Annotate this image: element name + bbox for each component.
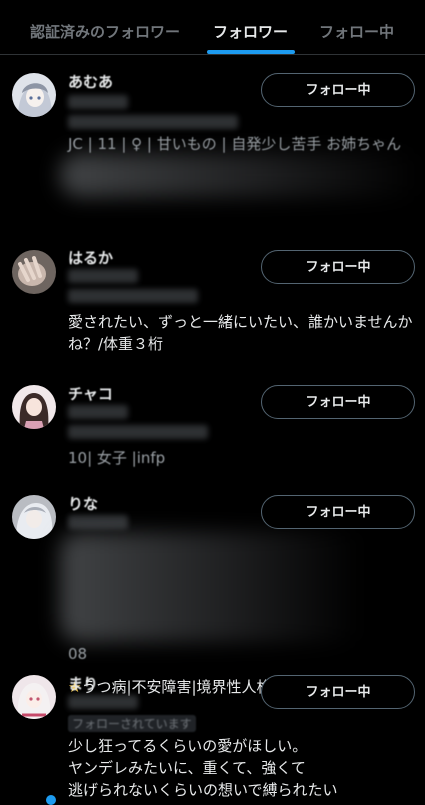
user-handle xyxy=(68,695,138,709)
user-handle xyxy=(68,269,138,283)
list-item[interactable]: はるか フォロー中 愛されたい、ずっと一緒にいたい、誰かいませんかね？/体重３桁 xyxy=(0,245,425,380)
following-button[interactable]: フォロー中 xyxy=(261,250,415,284)
user-bio-line1: 08 xyxy=(68,645,88,663)
tab-bar: 認証済みのフォロワー フォロワー フォロー中 xyxy=(0,0,425,55)
following-button[interactable]: フォロー中 xyxy=(261,385,415,419)
avatar[interactable] xyxy=(12,495,56,539)
user-handle xyxy=(68,515,128,529)
user-name: りな xyxy=(68,495,99,513)
active-tab-indicator xyxy=(207,50,295,54)
follows-you-badge xyxy=(68,289,198,303)
scroll-indicator xyxy=(46,795,56,805)
avatar[interactable] xyxy=(12,675,56,719)
user-bio: 少し狂ってるくらいの愛がほしい。 ヤンデレみたいに、重くて、強くて 逃げられない… xyxy=(68,737,338,799)
follows-you-badge xyxy=(68,425,208,439)
list-item[interactable]: あむあ フォロー中 JC | 11 | ♀ | 甘いもの | 自発少し苦手 お姉… xyxy=(0,55,425,245)
tab-following[interactable]: フォロー中 xyxy=(319,0,394,54)
blurred-bio xyxy=(60,153,420,197)
avatar[interactable] xyxy=(12,250,56,294)
follower-list[interactable]: あむあ フォロー中 JC | 11 | ♀ | 甘いもの | 自発少し苦手 お姉… xyxy=(0,55,425,800)
following-button[interactable]: フォロー中 xyxy=(261,495,415,529)
follows-you-badge xyxy=(68,115,238,129)
user-bio: JC | 11 | ♀ | 甘いもの | 自発少し苦手 お姉ちゃん xyxy=(68,135,402,153)
user-bio: 愛されたい、ずっと一緒にいたい、誰かいませんかね？/体重３桁 xyxy=(68,313,413,353)
tab-verified-followers[interactable]: 認証済みのフォロワー xyxy=(30,0,180,54)
list-item[interactable]: チャコ フォロー中 10| 女子 |infp xyxy=(0,380,425,490)
user-bio: 10| 女子 |infp xyxy=(68,449,166,467)
tab-followers[interactable]: フォロワー xyxy=(213,0,288,54)
follows-you-badge: フォローされています xyxy=(68,715,196,732)
user-name: あむあ xyxy=(68,73,114,91)
following-button[interactable]: フォロー中 xyxy=(261,73,415,107)
user-name: チャコ xyxy=(68,385,113,403)
avatar[interactable] xyxy=(12,385,56,429)
user-handle xyxy=(68,405,128,419)
list-item[interactable]: りな フォロー中 08 ★うつ病|不安障害|境界性人格障害★ xyxy=(0,490,425,696)
avatar[interactable] xyxy=(12,73,56,117)
list-item[interactable]: まり フォローされています フォロー中 少し狂ってるくらいの愛がほしい。 ヤンデ… xyxy=(0,670,425,800)
user-name: まり xyxy=(68,675,99,693)
user-name: はるか xyxy=(68,249,114,267)
blurred-bio xyxy=(60,532,360,642)
following-button[interactable]: フォロー中 xyxy=(261,675,415,709)
user-handle xyxy=(68,95,128,109)
